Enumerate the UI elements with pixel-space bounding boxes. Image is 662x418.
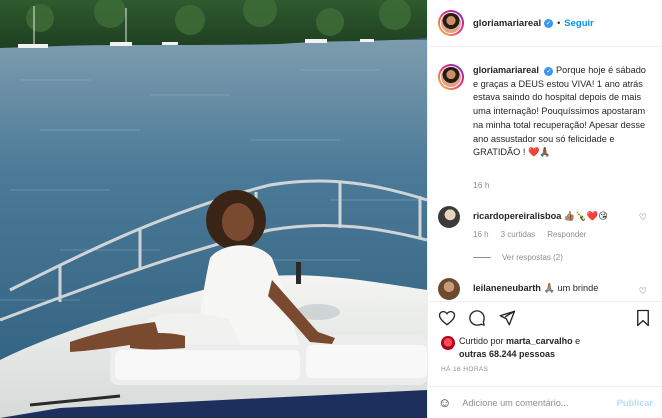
add-comment-bar: ☺ Publicar xyxy=(428,386,662,418)
comment-like-heart-icon[interactable]: ♡ xyxy=(639,286,647,297)
post-header: gloriamariareal ✓ • Seguir xyxy=(428,0,662,47)
replies-line xyxy=(473,257,491,258)
likes-count-link[interactable]: outras 68.244 pessoas xyxy=(459,349,555,359)
caption: gloriamariareal ✓ Porque hoje é sábado e… xyxy=(438,64,648,160)
instagram-post: gloriamariareal ✓ • Seguir gloriamariare… xyxy=(0,0,662,418)
liked-by: Curtido por marta_carvalho e outras 68.2… xyxy=(441,335,580,361)
liked-by-prefix: Curtido por xyxy=(459,336,504,346)
comment-item: ricardopereiralisboa 👍🏽🍾❤️😘 xyxy=(438,206,608,228)
caption-avatar[interactable] xyxy=(438,64,464,90)
comment-meta: 16 h 3 curtidas Responder xyxy=(473,230,586,239)
post-actions: Curtido por marta_carvalho e outras 68.2… xyxy=(428,301,662,386)
share-icon[interactable] xyxy=(498,309,516,327)
liker-username[interactable]: marta_carvalho xyxy=(506,336,573,346)
reply-button[interactable]: Responder xyxy=(547,230,586,239)
author-username[interactable]: gloriamariareal xyxy=(473,18,541,29)
bookmark-icon[interactable] xyxy=(635,309,651,327)
comment-body: leilaneneubarth 🙏🏽 um brinde xyxy=(473,282,598,300)
follow-button[interactable]: Seguir xyxy=(564,18,594,29)
caption-username[interactable]: gloriamariareal xyxy=(473,65,539,75)
separator-dot: • xyxy=(557,18,561,28)
comment-like-heart-icon[interactable]: ♡ xyxy=(639,212,647,223)
author-avatar[interactable] xyxy=(438,10,464,36)
caption-timestamp[interactable]: 16 h xyxy=(473,180,490,190)
liker-avatar[interactable] xyxy=(441,336,455,350)
comment-text: 👍🏽🍾❤️😘 xyxy=(563,211,608,221)
caption-text-block: gloriamariareal ✓ Porque hoje é sábado e… xyxy=(473,64,648,160)
comments-scroll-area[interactable]: gloriamariareal ✓ Porque hoje é sábado e… xyxy=(428,48,662,301)
verified-badge-icon: ✓ xyxy=(544,18,554,28)
caption-text: Porque hoje é sábado e graças a DEUS est… xyxy=(473,65,646,158)
likes-text-block: Curtido por marta_carvalho e outras 68.2… xyxy=(459,335,580,361)
commenter-username[interactable]: ricardopereiralisboa xyxy=(473,211,561,221)
comment-text: 🙏🏽 um brinde xyxy=(543,283,599,293)
boat-photo-illustration xyxy=(0,0,427,418)
comment-icon[interactable] xyxy=(468,309,486,327)
comment-likes[interactable]: 3 curtidas xyxy=(501,230,536,239)
comment-item: leilaneneubarth 🙏🏽 um brinde xyxy=(438,278,598,300)
comment-time[interactable]: 16 h xyxy=(473,230,489,239)
heart-icon[interactable] xyxy=(438,309,456,327)
emoji-icon[interactable]: ☺ xyxy=(438,395,451,410)
post-photo[interactable] xyxy=(0,0,427,418)
comment-input[interactable] xyxy=(462,397,608,408)
view-replies-label: Ver respostas (2) xyxy=(502,253,563,262)
comment-body: ricardopereiralisboa 👍🏽🍾❤️😘 xyxy=(473,210,608,228)
publish-button[interactable]: Publicar xyxy=(617,398,653,408)
commenter-avatar[interactable] xyxy=(438,206,460,228)
post-sidebar: gloriamariareal ✓ • Seguir gloriamariare… xyxy=(427,0,662,418)
view-replies-button[interactable]: Ver respostas (2) xyxy=(473,253,563,262)
action-icons xyxy=(438,309,516,327)
likes-connector: e xyxy=(575,336,581,346)
commenter-avatar[interactable] xyxy=(438,278,460,300)
post-timestamp[interactable]: HÁ 16 HORAS xyxy=(441,366,488,373)
verified-badge-icon: ✓ xyxy=(544,67,554,76)
commenter-username[interactable]: leilaneneubarth xyxy=(473,283,541,293)
